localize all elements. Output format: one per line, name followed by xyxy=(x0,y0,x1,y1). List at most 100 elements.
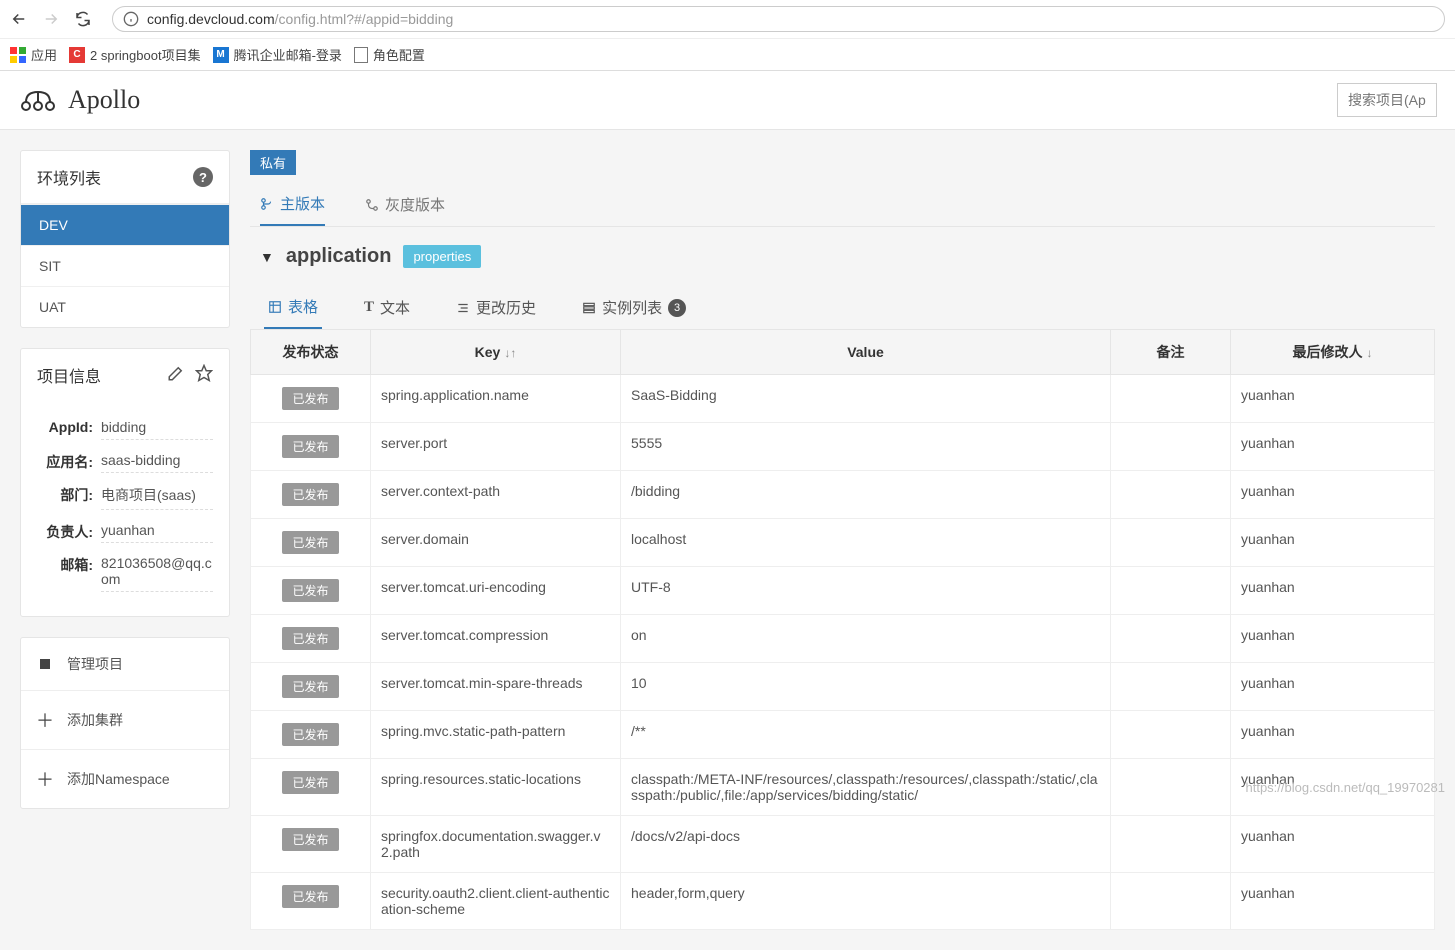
brand[interactable]: Apollo xyxy=(18,84,140,116)
cell-modifier: yuanhan xyxy=(1231,663,1435,711)
branch-icon xyxy=(260,197,274,211)
table-row[interactable]: 已发布 springfox.documentation.swagger.v2.pa… xyxy=(251,816,1435,873)
table-row[interactable]: 已发布server.tomcat.min-spare-threads10yuan… xyxy=(251,663,1435,711)
env-item-sit[interactable]: SIT xyxy=(21,245,229,286)
env-title: 环境列表 xyxy=(37,165,101,189)
cell-key: spring.application.name xyxy=(371,375,621,423)
tab-gray-version[interactable]: 灰度版本 xyxy=(365,193,445,226)
th-status: 发布状态 xyxy=(251,330,371,375)
forward-icon xyxy=(42,10,60,28)
cell-value: 10 xyxy=(621,663,1111,711)
site-info-icon[interactable] xyxy=(123,11,139,27)
bookmark-item[interactable]: C 2 springboot项目集 xyxy=(69,45,201,64)
th-key[interactable]: Key↓↑ xyxy=(371,330,621,375)
tab-instances[interactable]: 实例列表 3 xyxy=(578,286,690,329)
browser-nav: config.devcloud.com/config.html?#/appid=… xyxy=(0,0,1455,38)
bookmark-item[interactable]: 角色配置 xyxy=(354,45,425,64)
value-appid: bidding xyxy=(101,419,213,440)
cell-modifier: yuanhan xyxy=(1231,816,1435,873)
table-row[interactable]: 已发布spring.mvc.static-path-pattern/**yuan… xyxy=(251,711,1435,759)
cell-remark xyxy=(1111,423,1231,471)
reload-icon[interactable] xyxy=(74,10,92,28)
table-row[interactable]: 已发布security.oauth2.client.client-authent… xyxy=(251,873,1435,930)
th-modifier[interactable]: 最后修改人↓ xyxy=(1231,330,1435,375)
tab-main-version[interactable]: 主版本 xyxy=(260,193,325,226)
cell-remark xyxy=(1111,873,1231,930)
bookmark-item[interactable]: M 腾讯企业邮箱-登录 xyxy=(213,45,342,64)
value-owner: yuanhan xyxy=(101,522,213,543)
bookmark-favicon-icon: M xyxy=(213,47,229,63)
table-row[interactable]: 已发布server.port5555yuanhan xyxy=(251,423,1435,471)
help-icon[interactable]: ? xyxy=(193,167,213,187)
project-title: 项目信息 xyxy=(37,363,153,387)
table-row[interactable]: 已发布server.tomcat.uri-encodingUTF-8yuanha… xyxy=(251,567,1435,615)
tab-label: 灰度版本 xyxy=(385,194,445,215)
env-item-uat[interactable]: UAT xyxy=(21,286,229,327)
tab-text[interactable]: T 文本 xyxy=(360,286,414,329)
env-header: 环境列表 ? xyxy=(21,151,229,204)
cell-value: SaaS-Bidding xyxy=(621,375,1111,423)
cell-remark xyxy=(1111,375,1231,423)
add-cluster-button[interactable]: ＋ 添加集群 xyxy=(21,690,229,749)
config-table: 发布状态 Key↓↑ Value 备注 最后修改人↓ 已发布 spring.app… xyxy=(250,329,1435,930)
tab-history[interactable]: 更改历史 xyxy=(452,286,540,329)
watermark: https://blog.csdn.net/qq_19970281 xyxy=(1246,780,1446,795)
table-row[interactable]: 已发布server.domainlocalhostyuanhan xyxy=(251,519,1435,567)
cell-value: localhost xyxy=(621,519,1111,567)
edit-icon[interactable] xyxy=(167,364,185,387)
label-name: 应用名: xyxy=(37,452,93,473)
table-row[interactable]: 已发布server.context-path/biddingyuanhan xyxy=(251,471,1435,519)
data-tabs: 表格 T 文本 更改历史 实例列表 3 xyxy=(250,286,1435,329)
th-value: Value xyxy=(621,330,1111,375)
star-icon[interactable] xyxy=(195,364,213,387)
manage-project-button[interactable]: 管理项目 xyxy=(21,638,229,690)
tab-label: 文本 xyxy=(380,297,410,318)
app-header: Apollo xyxy=(0,71,1455,130)
url-bar[interactable]: config.devcloud.com/config.html?#/appid=… xyxy=(112,6,1445,32)
private-badge: 私有 xyxy=(250,150,296,175)
tab-label: 表格 xyxy=(288,296,318,317)
th-remark: 备注 xyxy=(1111,330,1231,375)
cell-modifier: yuanhan xyxy=(1231,423,1435,471)
published-badge: 已发布 xyxy=(282,771,338,794)
cell-value: /bidding xyxy=(621,471,1111,519)
label-appid: AppId: xyxy=(37,419,93,440)
published-badge: 已发布 xyxy=(282,723,338,746)
back-icon[interactable] xyxy=(10,10,28,28)
namespace-title[interactable]: ▼ application properties xyxy=(250,239,1435,286)
project-info: AppId:bidding 应用名:saas-bidding 部门:电商项目(s… xyxy=(21,401,229,616)
apollo-logo-icon xyxy=(18,84,58,116)
brand-name: Apollo xyxy=(68,85,140,115)
published-badge: 已发布 xyxy=(282,828,338,851)
cell-key: server.domain xyxy=(371,519,621,567)
published-badge: 已发布 xyxy=(282,531,338,554)
table-icon xyxy=(268,300,282,314)
version-tabs: 主版本 灰度版本 xyxy=(250,175,1435,227)
history-icon xyxy=(456,301,470,315)
tab-table[interactable]: 表格 xyxy=(264,286,322,329)
action-label: 添加集群 xyxy=(67,710,123,730)
tab-label: 主版本 xyxy=(280,193,325,214)
bookmark-apps[interactable]: 应用 xyxy=(10,45,57,64)
published-badge: 已发布 xyxy=(282,387,338,410)
cell-value: UTF-8 xyxy=(621,567,1111,615)
cell-remark xyxy=(1111,567,1231,615)
label-mail: 邮箱: xyxy=(37,555,93,592)
env-item-dev[interactable]: DEV xyxy=(21,204,229,245)
cell-key: server.tomcat.uri-encoding xyxy=(371,567,621,615)
label-owner: 负责人: xyxy=(37,522,93,543)
add-namespace-button[interactable]: ＋ 添加Namespace xyxy=(21,749,229,808)
cell-modifier: yuanhan xyxy=(1231,471,1435,519)
cell-modifier: yuanhan xyxy=(1231,375,1435,423)
apps-grid-icon xyxy=(10,47,26,63)
table-row[interactable]: 已发布 spring.application.nameSaaS-Bidding yu… xyxy=(251,375,1435,423)
branch-icon xyxy=(365,198,379,212)
cell-remark xyxy=(1111,471,1231,519)
cell-value: classpath:/META-INF/resources/,classpath… xyxy=(621,759,1111,816)
search-input[interactable] xyxy=(1337,83,1437,117)
table-row[interactable]: 已发布server.tomcat.compressiononyuanhan xyxy=(251,615,1435,663)
cell-key: spring.resources.static-locations xyxy=(371,759,621,816)
plus-icon: ＋ xyxy=(35,707,55,733)
instance-count-badge: 3 xyxy=(668,299,686,317)
cell-key: springfox.documentation.swagger.v2.path xyxy=(371,816,621,873)
